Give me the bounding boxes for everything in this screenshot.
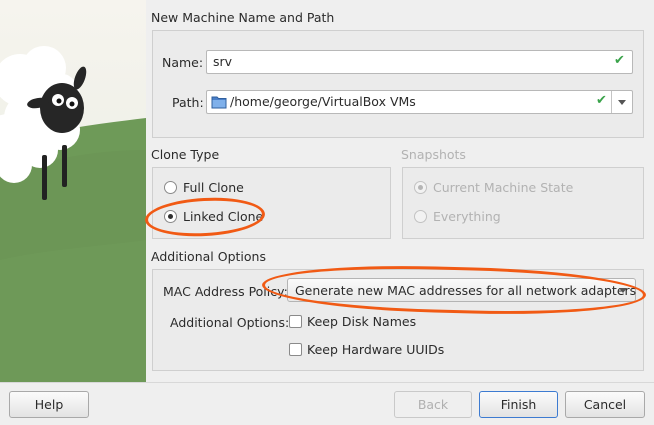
full-clone-label[interactable]: Full Clone [183,180,244,195]
chevron-down-icon [619,288,627,293]
wizard-artwork [0,0,146,382]
mac-policy-value[interactable]: Generate new MAC addresses for all netwo… [295,283,636,298]
keep-hw-uuids-label[interactable]: Keep Hardware UUIDs [307,342,444,357]
full-clone-radio[interactable] [164,181,177,194]
linked-clone-label[interactable]: Linked Clone [183,209,263,224]
path-label: Path: [172,95,204,110]
keep-disk-names-label[interactable]: Keep Disk Names [307,314,416,329]
additional-options-label: Additional Options: [170,315,290,330]
name-field[interactable]: srv [206,50,633,74]
mac-policy-label: MAC Address Policy: [163,284,288,299]
check-icon: ✔ [596,93,607,108]
path-field-value[interactable]: /home/george/VirtualBox VMs [230,94,416,109]
path-dropdown-button[interactable] [611,91,633,113]
finish-button[interactable]: Finish [479,391,558,418]
name-field-value[interactable]: srv [213,54,232,69]
check-icon: ✔ [614,53,625,68]
current-state-label[interactable]: Current Machine State [433,180,573,195]
clone-type-group [152,167,391,239]
everything-radio[interactable] [414,210,427,223]
help-button[interactable]: Help [9,391,89,418]
section-title-additional: Additional Options [151,249,266,264]
path-field[interactable]: /home/george/VirtualBox VMs [206,90,633,114]
name-label: Name: [162,55,204,70]
keep-hw-uuids-checkbox[interactable] [289,343,302,356]
everything-label[interactable]: Everything [433,209,501,224]
section-title-snapshots: Snapshots [401,147,466,162]
snapshots-group [402,167,644,239]
name-path-group [152,30,644,138]
back-button[interactable]: Back [394,391,472,418]
cancel-button[interactable]: Cancel [565,391,645,418]
folder-icon [211,96,227,109]
current-state-radio[interactable] [414,181,427,194]
linked-clone-radio[interactable] [164,210,177,223]
mac-policy-select[interactable]: Generate new MAC addresses for all netwo… [287,278,636,302]
chevron-down-icon [618,100,626,105]
section-title-clone-type: Clone Type [151,147,220,162]
keep-disk-names-checkbox[interactable] [289,315,302,328]
section-title-name-path: New Machine Name and Path [151,10,335,25]
